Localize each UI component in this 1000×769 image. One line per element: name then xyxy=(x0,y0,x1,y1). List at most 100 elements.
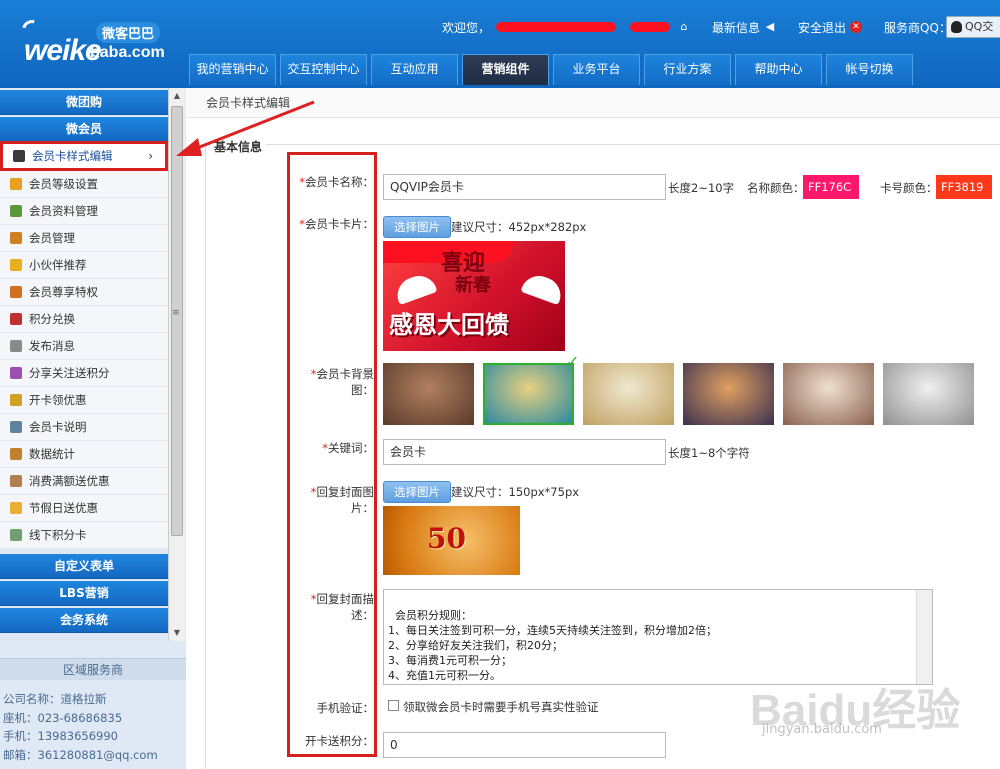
nav-tab-5[interactable]: 行业方案 xyxy=(644,54,731,85)
card-bg-option-4[interactable] xyxy=(783,363,874,425)
scroll-down-icon[interactable]: ▼ xyxy=(169,625,185,641)
sidebar-item-label: 积分兑换 xyxy=(29,312,75,326)
sidebar-item-label: 会员卡样式编辑 xyxy=(32,149,113,163)
cover-image-label: *回复封面图片： xyxy=(310,485,374,515)
category-weihuiyuan[interactable]: 微会员 xyxy=(0,117,168,142)
welcome-text: 欢迎您， xyxy=(442,19,617,36)
sidebar-item-0[interactable]: 会员卡样式编辑 › xyxy=(0,141,168,171)
unlock-icon xyxy=(10,394,22,406)
sidebar-item-3[interactable]: 会员管理 xyxy=(0,225,168,252)
wing-right-icon xyxy=(520,270,565,306)
logout-link[interactable]: 安全退出 ✕ xyxy=(798,19,863,36)
category-weituangou[interactable]: 微团购 xyxy=(0,90,168,115)
sidebar-item-label: 线下积分卡 xyxy=(29,528,87,542)
sidebar-item-label: 会员卡说明 xyxy=(29,420,87,434)
top-header: 微客巴巴 weike baba.com 欢迎您， ⌂ 最新信息 ◀ 安全退出 ✕… xyxy=(0,0,1000,88)
card-bg-option-2[interactable] xyxy=(583,363,674,425)
contact-info: 公司名称：道格拉斯 座机：023-68686835 手机：13983656990… xyxy=(3,690,158,764)
card-bg-option-0[interactable] xyxy=(383,363,474,425)
news-link[interactable]: 最新信息 ◀ xyxy=(712,19,776,36)
sidebar-item-4[interactable]: 小伙伴推荐 xyxy=(0,252,168,279)
choose-cover-image-button[interactable]: 选择图片 xyxy=(383,481,451,503)
sidebar-item-8[interactable]: 分享关注送积分 xyxy=(0,360,168,387)
card-name-input[interactable]: QQVIP会员卡 xyxy=(383,174,666,200)
number-color-label: 卡号颜色： xyxy=(880,181,938,195)
card-bg-option-1[interactable] xyxy=(483,363,574,425)
vip-user-icon xyxy=(10,286,22,298)
keyword-label: *关键词： xyxy=(322,441,374,455)
stats-icon xyxy=(10,448,22,460)
sidebar-item-label: 分享关注送积分 xyxy=(29,366,110,380)
sidebar-item-11[interactable]: 数据统计 xyxy=(0,441,168,468)
users-icon xyxy=(10,232,22,244)
keyword-input[interactable]: 会员卡 xyxy=(383,439,666,465)
scroll-thumb[interactable] xyxy=(171,106,183,536)
card-bg-option-5[interactable] xyxy=(883,363,974,425)
sidebar-item-6[interactable]: 积分兑换 xyxy=(0,306,168,333)
profile-card-icon xyxy=(10,205,22,217)
home-icon: ⌂ xyxy=(680,20,688,33)
sidebar-item-label: 数据统计 xyxy=(29,447,75,461)
card-icon xyxy=(10,529,22,541)
points-icon xyxy=(10,313,22,325)
landline: 座机：023-68686835 xyxy=(3,710,123,725)
annotation-arrow-icon xyxy=(176,100,315,156)
card-image-preview: 喜迎 新春 感恩大回馈 xyxy=(383,241,565,351)
choose-card-image-button[interactable]: 选择图片 xyxy=(383,216,451,238)
home-link[interactable]: ⌂ xyxy=(630,20,690,33)
edit-icon xyxy=(10,340,22,352)
nav-tab-6[interactable]: 帮助中心 xyxy=(735,54,822,85)
card-name-label: *会员卡名称： xyxy=(299,175,374,189)
redacted-username xyxy=(496,22,617,32)
sidebar-scrollbar[interactable]: ▲ ≡ ▼ xyxy=(168,88,185,641)
sidebar-item-13[interactable]: 节假日送优惠 xyxy=(0,495,168,522)
sidebar-item-label: 小伙伴推荐 xyxy=(29,258,87,272)
sidebar-item-14[interactable]: 线下积分卡 xyxy=(0,522,168,549)
company-name: 公司名称：道格拉斯 xyxy=(3,692,107,706)
category-custom-form[interactable]: 自定义表单 xyxy=(0,554,168,579)
redacted-text xyxy=(630,22,671,32)
category-lbs[interactable]: LBS营销 xyxy=(0,581,168,606)
nav-tab-0[interactable]: 我的营销中心 xyxy=(189,54,276,85)
sidebar-item-label: 节假日送优惠 xyxy=(29,501,98,515)
grid-icon xyxy=(13,150,25,162)
nav-tab-1[interactable]: 交互控制中心 xyxy=(280,54,367,85)
sidebar-item-label: 会员资料管理 xyxy=(29,204,98,218)
phone-verify-checkbox[interactable] xyxy=(388,700,399,711)
name-color-label: 名称颜色： xyxy=(747,181,805,195)
sidebar-item-10[interactable]: 会员卡说明 xyxy=(0,414,168,441)
sidebar: 微团购 微会员 会员卡样式编辑 › 会员等级设置会员资料管理 会员管理小伙伴推荐会员尊… xyxy=(0,88,186,769)
service-qq-label: 服务商QQ： xyxy=(884,20,951,35)
sidebar-item-12[interactable]: 消费满额送优惠 xyxy=(0,468,168,495)
logo-brand-b: baba.com xyxy=(90,44,165,61)
card-bg-label: *会员卡背景图： xyxy=(310,367,374,397)
logo-cn: 微客巴巴 xyxy=(96,22,161,43)
sidebar-item-5[interactable]: 会员尊享特权 xyxy=(0,279,168,306)
document-icon xyxy=(10,421,22,433)
nav-tab-4[interactable]: 业务平台 xyxy=(553,54,640,85)
sidebar-item-1[interactable]: 会员等级设置 xyxy=(0,171,168,198)
email: 邮箱：361280881@qq.com xyxy=(3,747,158,762)
card-bg-option-3[interactable] xyxy=(683,363,774,425)
top-bar: 欢迎您， ⌂ 最新信息 ◀ 安全退出 ✕ 服务商QQ： xyxy=(442,17,973,37)
name-color-picker[interactable]: FF176C xyxy=(803,175,859,199)
open-points-input[interactable]: 0 xyxy=(383,732,666,758)
nav-tab-2[interactable]: 互动应用 xyxy=(371,54,458,85)
nav-tab-7[interactable]: 帐号切换 xyxy=(826,54,913,85)
sidebar-item-2[interactable]: 会员资料管理 xyxy=(0,198,168,225)
keyword-hint: 长度1~8个字符 xyxy=(668,446,750,460)
cover-image-number: 50 xyxy=(427,522,466,555)
sidebar-item-label: 开卡领优惠 xyxy=(29,393,87,407)
medal-icon xyxy=(10,178,22,190)
nav-tab-3[interactable]: 营销组件 xyxy=(462,54,549,85)
card-image-label: *会员卡卡片： xyxy=(299,217,374,231)
wing-left-icon xyxy=(392,270,438,306)
sidebar-item-7[interactable]: 发布消息 xyxy=(0,333,168,360)
sidebar-item-label: 会员管理 xyxy=(29,231,75,245)
site-logo[interactable]: 微客巴巴 weike baba.com xyxy=(18,16,178,72)
category-conference[interactable]: 会务系统 xyxy=(0,608,168,633)
number-color-picker[interactable]: FF3819 xyxy=(936,175,992,199)
qq-contact-button[interactable]: QQ交 xyxy=(946,16,1000,38)
sidebar-item-label: 会员尊享特权 xyxy=(29,285,98,299)
sidebar-item-9[interactable]: 开卡领优惠 xyxy=(0,387,168,414)
